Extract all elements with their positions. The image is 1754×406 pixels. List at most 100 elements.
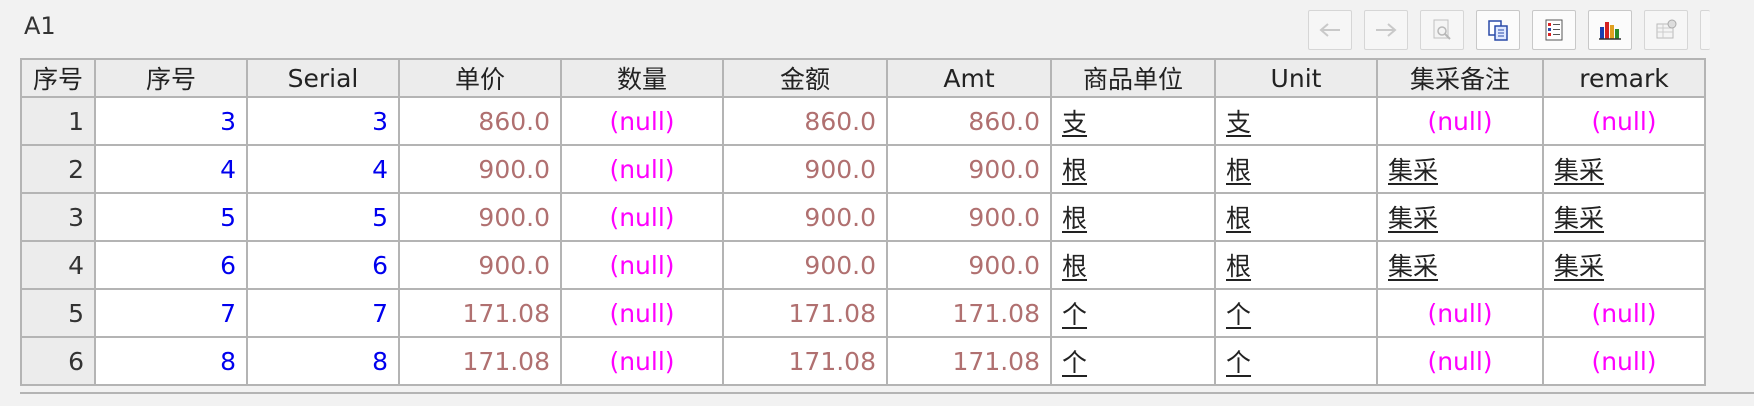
row-number[interactable]: 3 (20, 192, 96, 242)
table-cell[interactable]: (null) (1542, 288, 1706, 338)
table-cell[interactable]: 支 (1050, 96, 1216, 146)
table-cell[interactable]: 860.0 (398, 96, 562, 146)
table-cell[interactable]: 900.0 (886, 192, 1052, 242)
table-cell[interactable]: 根 (1050, 240, 1216, 290)
table-cell[interactable]: (null) (1542, 96, 1706, 146)
cell-text: 支 (1226, 108, 1252, 137)
table-cell[interactable]: 900.0 (722, 144, 888, 194)
table-cell[interactable]: 860.0 (722, 96, 888, 146)
table-cell[interactable]: 6 (94, 240, 248, 290)
table-cell[interactable]: (null) (1376, 288, 1544, 338)
column-header[interactable]: Amt (886, 58, 1052, 98)
cell-reference: A1 (24, 12, 56, 40)
row-number[interactable]: 6 (20, 336, 96, 386)
table-cell[interactable]: 3 (246, 96, 400, 146)
back-button[interactable] (1308, 10, 1352, 50)
table-cell[interactable]: 6 (246, 240, 400, 290)
table-cell[interactable]: 集采 (1542, 144, 1706, 194)
table-cell[interactable]: 4 (246, 144, 400, 194)
row-number[interactable]: 2 (20, 144, 96, 194)
table-cell[interactable]: 171.08 (722, 336, 888, 386)
table-cell[interactable]: 根 (1214, 144, 1378, 194)
table-cell[interactable]: (null) (560, 336, 724, 386)
table-cell[interactable]: (null) (1376, 336, 1544, 386)
cell-text: 个 (1226, 348, 1252, 377)
table-cell[interactable]: 个 (1214, 336, 1378, 386)
row-number[interactable]: 4 (20, 240, 96, 290)
forward-button[interactable] (1364, 10, 1408, 50)
table-cell[interactable]: 集采 (1542, 192, 1706, 242)
table-cell[interactable]: 集采 (1376, 144, 1544, 194)
table-cell[interactable]: 171.08 (398, 288, 562, 338)
table-row[interactable]: 5 7 7 171.08 (null) 171.08 171.08 个 个 (n… (20, 288, 1706, 338)
table-row[interactable]: 3 5 5 900.0 (null) 900.0 900.0 根 根 集采 集采 (20, 192, 1706, 242)
cell-text: 根 (1062, 204, 1088, 233)
table-cell[interactable]: 5 (246, 192, 400, 242)
table-cell[interactable]: (null) (560, 240, 724, 290)
toolbar-overflow-edge (1700, 10, 1710, 50)
table-cell[interactable]: 8 (246, 336, 400, 386)
table-cell[interactable]: 3 (94, 96, 248, 146)
cell-text: 集采 (1388, 156, 1439, 185)
table-cell[interactable]: 900.0 (722, 192, 888, 242)
table-cell[interactable]: 171.08 (398, 336, 562, 386)
table-row[interactable]: 1 3 3 860.0 (null) 860.0 860.0 支 支 (null… (20, 96, 1706, 146)
copy-button[interactable] (1476, 10, 1520, 50)
row-number[interactable]: 5 (20, 288, 96, 338)
table-cell[interactable]: (null) (560, 288, 724, 338)
table-cell[interactable]: (null) (560, 144, 724, 194)
column-header[interactable]: remark (1542, 58, 1706, 98)
table-cell[interactable]: 支 (1214, 96, 1378, 146)
column-header[interactable]: 商品单位 (1050, 58, 1216, 98)
table-cell[interactable]: (null) (560, 192, 724, 242)
table-cell[interactable]: 900.0 (722, 240, 888, 290)
table-cell[interactable]: 171.08 (886, 336, 1052, 386)
table-cell[interactable]: 7 (94, 288, 248, 338)
settings-table-icon (1654, 18, 1678, 42)
table-cell[interactable]: 根 (1214, 192, 1378, 242)
cell-text: 集采 (1554, 252, 1605, 281)
table-cell[interactable]: (null) (1542, 336, 1706, 386)
table-cell[interactable]: 集采 (1376, 240, 1544, 290)
table-cell[interactable]: 根 (1050, 192, 1216, 242)
table-cell[interactable]: 900.0 (398, 240, 562, 290)
table-cell[interactable]: 900.0 (398, 144, 562, 194)
table-cell[interactable]: 171.08 (722, 288, 888, 338)
column-header[interactable]: 序号 (20, 58, 96, 98)
column-header[interactable]: Serial (246, 58, 400, 98)
table-row[interactable]: 6 8 8 171.08 (null) 171.08 171.08 个 个 (n… (20, 336, 1706, 386)
table-cell[interactable]: 171.08 (886, 288, 1052, 338)
column-header[interactable]: 集采备注 (1376, 58, 1544, 98)
column-header[interactable]: Unit (1214, 58, 1378, 98)
table-settings-button[interactable] (1644, 10, 1688, 50)
table-cell[interactable]: 个 (1050, 288, 1216, 338)
table-cell[interactable]: 集采 (1376, 192, 1544, 242)
table-row[interactable]: 4 6 6 900.0 (null) 900.0 900.0 根 根 集采 集采 (20, 240, 1706, 290)
result-grid: 序号 序号 Serial 单价 数量 金额 Amt 商品单位 Unit 集采备注… (20, 58, 1754, 404)
table-cell[interactable]: 集采 (1542, 240, 1706, 290)
chart-button[interactable] (1588, 10, 1632, 50)
column-header[interactable]: 序号 (94, 58, 248, 98)
table-cell[interactable]: 根 (1050, 144, 1216, 194)
column-header[interactable]: 单价 (398, 58, 562, 98)
table-cell[interactable]: 个 (1214, 288, 1378, 338)
table-cell[interactable]: 5 (94, 192, 248, 242)
table-cell[interactable]: (null) (560, 96, 724, 146)
column-header[interactable]: 数量 (560, 58, 724, 98)
list-button[interactable] (1532, 10, 1576, 50)
table-cell[interactable]: 900.0 (886, 144, 1052, 194)
cell-text: 个 (1062, 300, 1088, 329)
table-cell[interactable]: 8 (94, 336, 248, 386)
table-row[interactable]: 2 4 4 900.0 (null) 900.0 900.0 根 根 集采 集采 (20, 144, 1706, 194)
table-cell[interactable]: 根 (1214, 240, 1378, 290)
column-header[interactable]: 金额 (722, 58, 888, 98)
table-cell[interactable]: 个 (1050, 336, 1216, 386)
table-cell[interactable]: 4 (94, 144, 248, 194)
table-cell[interactable]: (null) (1376, 96, 1544, 146)
table-cell[interactable]: 900.0 (398, 192, 562, 242)
table-cell[interactable]: 7 (246, 288, 400, 338)
preview-button[interactable] (1420, 10, 1464, 50)
table-cell[interactable]: 860.0 (886, 96, 1052, 146)
table-cell[interactable]: 900.0 (886, 240, 1052, 290)
row-number[interactable]: 1 (20, 96, 96, 146)
